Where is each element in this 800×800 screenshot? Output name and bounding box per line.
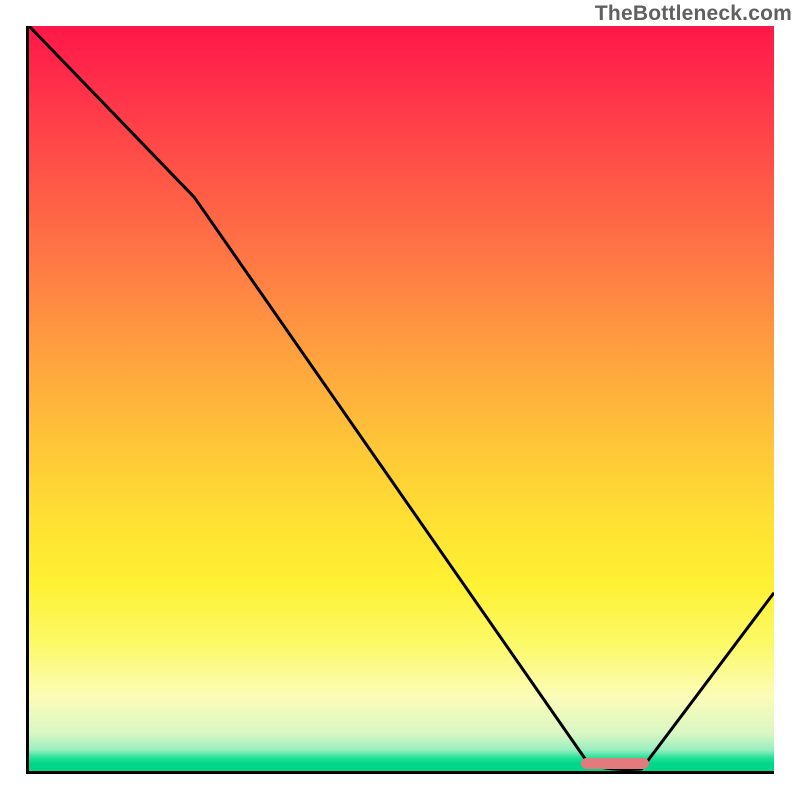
- optimal-range-marker: [581, 758, 649, 769]
- bottleneck-curve: [29, 26, 774, 771]
- watermark-text: TheBottleneck.com: [595, 2, 792, 26]
- curve-path: [29, 26, 774, 769]
- plot-area: [26, 26, 774, 774]
